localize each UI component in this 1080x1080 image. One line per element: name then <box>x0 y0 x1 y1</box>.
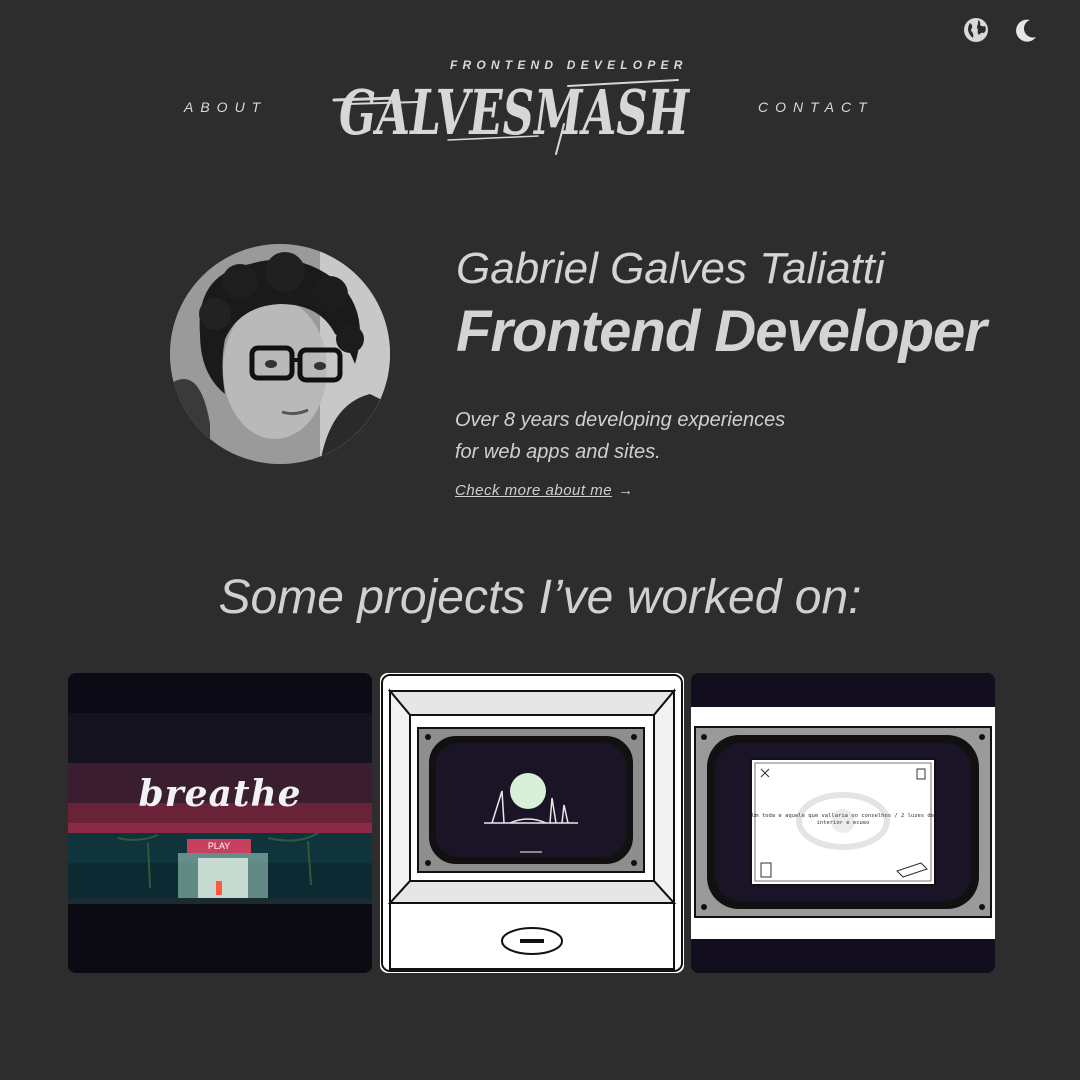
hero-description-line-2: for web apps and sites. <box>455 441 661 463</box>
page: ABOUT FRONTEND DEVELOPER GALVESMASH CONT… <box>0 0 1080 1080</box>
site-logo[interactable]: GALVESMASH <box>328 62 700 162</box>
hero-description-line-1: Over 8 years developing experiences <box>455 409 786 431</box>
check-more-about-link[interactable]: Check more about me → <box>455 482 634 499</box>
globe-icon[interactable] <box>962 16 990 44</box>
hero-name: Gabriel Galves Taliatti <box>456 244 885 293</box>
logo-wordmark: GALVESMASH <box>339 76 691 149</box>
arrow-right-icon: → <box>618 482 634 499</box>
nav-about-link[interactable]: ABOUT <box>184 99 267 115</box>
project-card-breathe[interactable]: breathe PLAY <box>68 673 372 973</box>
top-toolbar <box>962 16 1040 44</box>
nav-contact-link[interactable]: CONTACT <box>758 99 874 115</box>
breathe-game-title: breathe <box>138 773 302 815</box>
project-card-letter[interactable]: Um toda e aquele que vallaria oo conselh… <box>691 673 995 973</box>
letter-caption: Um toda e aquele que vallaria oo conselh… <box>751 813 935 826</box>
project-card-arcade[interactable] <box>380 673 684 973</box>
breathe-play-button[interactable]: PLAY <box>187 839 251 853</box>
profile-avatar <box>170 244 390 464</box>
hero-role: Frontend Developer <box>456 299 987 364</box>
projects-title: Some projects I’ve worked on: <box>218 571 862 624</box>
moon-icon[interactable] <box>1012 16 1040 44</box>
check-more-about-label: Check more about me <box>455 482 613 499</box>
hero-description: Over 8 years developing experiences for … <box>455 404 785 468</box>
